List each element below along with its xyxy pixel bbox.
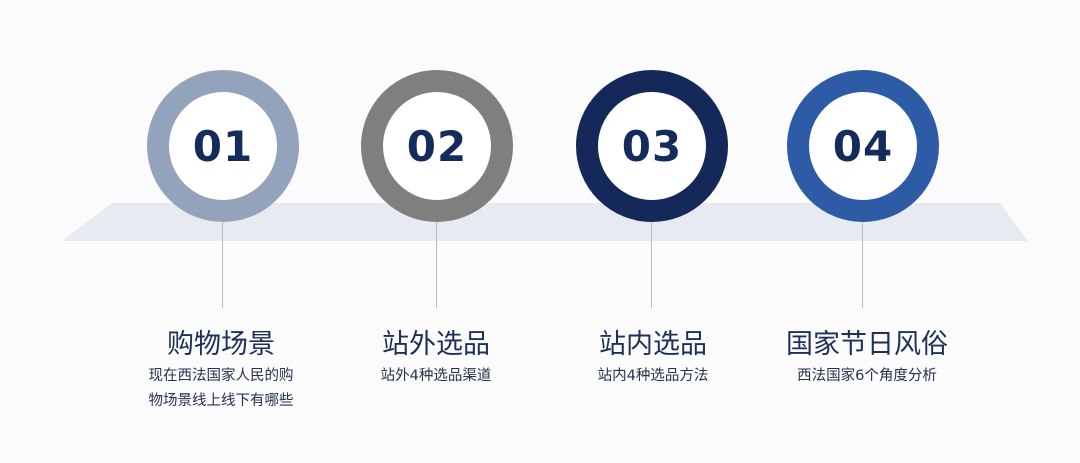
step-4-description-line-1: 西法国家6个角度分析 (797, 368, 937, 384)
timeline-diagram: 01 购物场景 现在西法国家人民的购 物场景线上线下有哪些 02 站外选品 站外… (0, 0, 1080, 463)
step-1-connector (222, 222, 223, 308)
step-2-number: 02 (406, 121, 468, 171)
step-3-number: 03 (621, 121, 683, 171)
step-2-connector (436, 222, 437, 308)
step-2-ring: 02 (361, 70, 513, 222)
step-1-ring: 01 (147, 70, 299, 222)
step-4-title: 国家节日风俗 (786, 329, 948, 360)
step-1-number: 01 (192, 121, 254, 171)
step-3-connector (651, 222, 652, 308)
step-4-number: 04 (832, 121, 894, 171)
step-4-ring: 04 (787, 70, 939, 222)
step-4-connector (862, 222, 863, 308)
step-3-ring: 03 (576, 70, 728, 222)
step-4: 04 国家节日风俗 西法国家6个角度分析 (737, 0, 997, 463)
step-4-description: 西法国家6个角度分析 (737, 364, 997, 389)
